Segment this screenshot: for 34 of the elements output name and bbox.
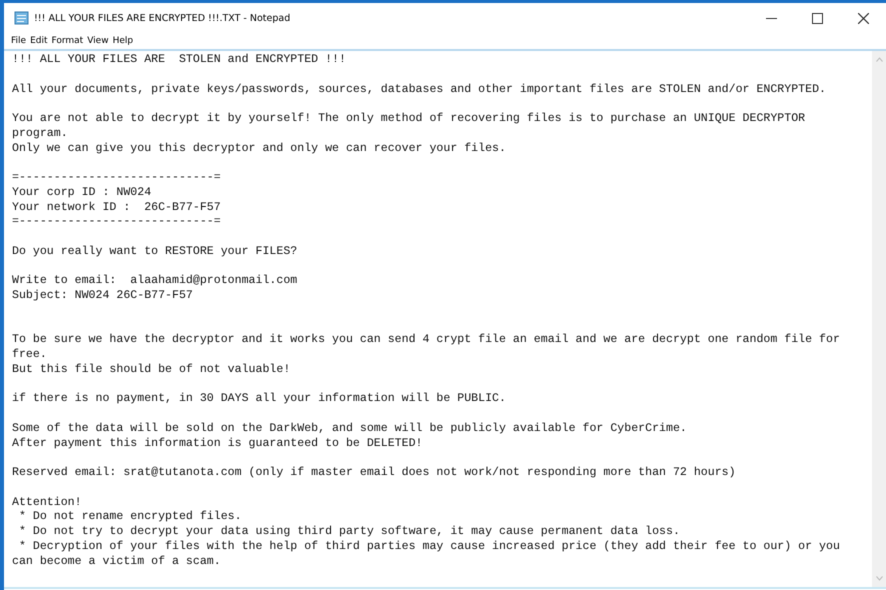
- text-line: * Do not try to decrypt your data using third party software, it may cause permanent data loss.: [18, 525, 680, 540]
- text-line: =----------------------------=: [12, 215, 221, 230]
- text-line: Attention!: [12, 496, 82, 510]
- menu-item[interactable]: File: [11, 36, 26, 46]
- window-title: !!! ALL YOUR FILES ARE ENCRYPTED !!!.TXT - Notepad: [34, 12, 292, 24]
- text-line: Subject: NW024 26C-B77-F57: [12, 289, 193, 304]
- text-line: can become a victim of a scam.: [12, 554, 221, 570]
- text-line: * Decryption of your files with the help of third parties may cause increased price (they add their fee to our) or you: [18, 540, 840, 554]
- text-line: Your network ID : 26C-B77-F57: [12, 200, 221, 216]
- text-line: You are not able to decrypt it by yourself! The only method of recovering files is to purchase an UNIQUE DECRYPTOR: [12, 112, 806, 127]
- menu-item[interactable]: Help: [112, 36, 134, 46]
- text-line: Write to email: alaahamid@protonmail.com: [12, 274, 298, 289]
- text-line: =----------------------------=: [12, 171, 221, 186]
- text-line: Some of the data will be sold on the DarkWeb, and some will be publicly available for CyberCrime.: [12, 422, 687, 436]
- maximize-icon: [812, 12, 822, 24]
- text-line: Only we can give you this decryptor and only we can recover your files.: [12, 142, 506, 156]
- menu-item[interactable]: View: [87, 36, 109, 46]
- close-icon: [858, 12, 868, 24]
- text-line: if there is no payment, in 30 DAYS all your information will be PUBLIC.: [12, 392, 506, 407]
- text-line: But this file should be of not valuable!: [12, 362, 290, 378]
- text-line: All your documents, private keys/passwords, sources, databases and other important files are STOLEN and/or ENCRYPTED.: [12, 82, 826, 98]
- text-line: Reserved email: srat@tutanota.com (only if master email does not work/not responding more than 72 hours): [12, 466, 736, 481]
- text-line: After payment this information is guaranteed to be DELETED!: [12, 436, 422, 452]
- text-line: Your corp ID : NW024: [12, 186, 152, 200]
- vertical-scrollbar[interactable]: [872, 51, 886, 587]
- notepad-icon: [14, 11, 30, 25]
- text-line: !!! ALL YOUR FILES ARE STOLEN and ENCRYPTED !!!: [12, 53, 346, 68]
- text-line: Do you really want to RESTORE your FILES?: [12, 244, 298, 260]
- text-line: To be sure we have the decryptor and it works you can send 4 crypt file an email and we are decrypt one random file for: [12, 333, 840, 348]
- menu-item[interactable]: Format: [52, 36, 84, 46]
- text-line: program.: [12, 126, 68, 142]
- text-line: free.: [12, 348, 47, 363]
- text-line: * Do not rename encrypted files.: [18, 510, 242, 525]
- menu-item[interactable]: Edit: [30, 36, 48, 46]
